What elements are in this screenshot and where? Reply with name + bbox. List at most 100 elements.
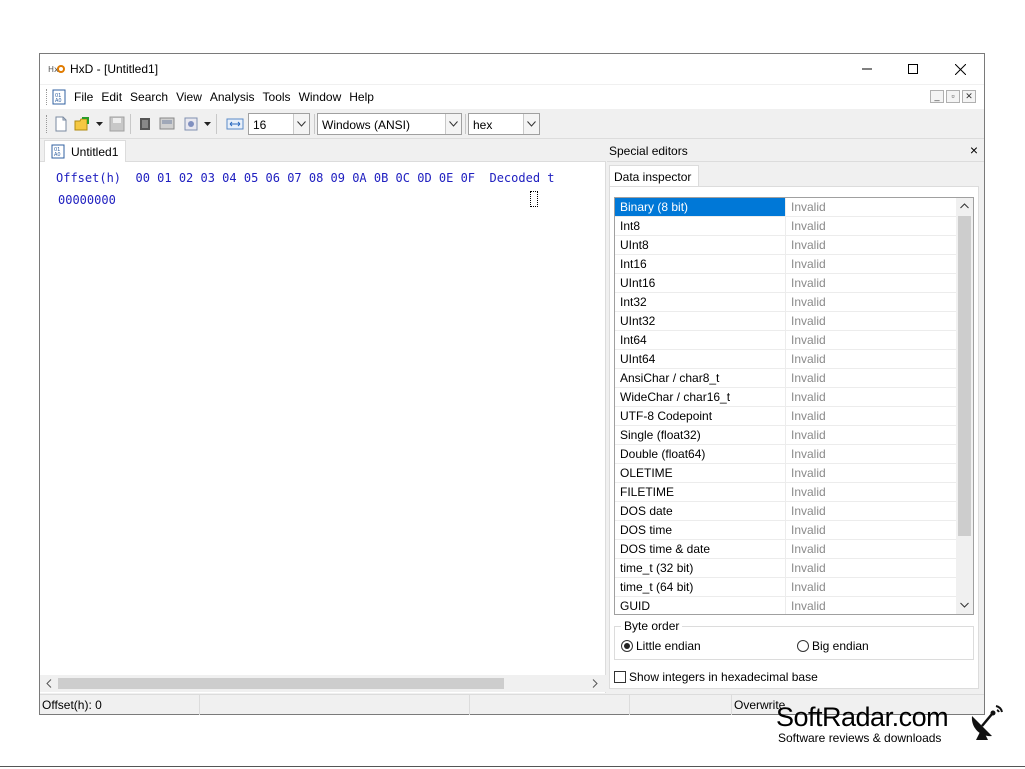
tab-data-inspector[interactable]: Data inspector bbox=[609, 165, 699, 187]
inspector-value[interactable]: Invalid bbox=[787, 521, 957, 539]
inspector-row[interactable]: DOS date Invalid bbox=[615, 502, 957, 521]
panel-close-icon[interactable]: × bbox=[970, 142, 978, 158]
scroll-up-icon[interactable] bbox=[956, 198, 973, 214]
title-bar: Hx HxD - [Untitled1] bbox=[40, 54, 984, 84]
menu-view[interactable]: View bbox=[172, 90, 206, 104]
window-title: HxD - [Untitled1] bbox=[70, 62, 159, 76]
checkbox-unchecked-icon[interactable] bbox=[614, 671, 626, 683]
toolbar-separator bbox=[314, 114, 315, 134]
chevron-down-icon[interactable] bbox=[445, 114, 461, 134]
inspector-row[interactable]: Double (float64) Invalid bbox=[615, 445, 957, 464]
inspector-value[interactable]: Invalid bbox=[787, 350, 957, 368]
inspector-row[interactable]: Int32 Invalid bbox=[615, 293, 957, 312]
inspector-value[interactable]: Invalid bbox=[787, 540, 957, 558]
offset-base-value: hex bbox=[473, 118, 493, 132]
inspector-value[interactable]: Invalid bbox=[787, 236, 957, 254]
inspector-row[interactable]: DOS time Invalid bbox=[615, 521, 957, 540]
inspector-row[interactable]: UTF-8 Codepoint Invalid bbox=[615, 407, 957, 426]
inspector-row[interactable]: OLETIME Invalid bbox=[615, 464, 957, 483]
inspector-row[interactable]: GUID Invalid bbox=[615, 597, 957, 614]
inspector-value[interactable]: Invalid bbox=[787, 293, 957, 311]
mdi-restore-button[interactable]: ▫ bbox=[946, 90, 960, 103]
menu-search[interactable]: Search bbox=[126, 90, 172, 104]
inspector-value[interactable]: Invalid bbox=[787, 597, 957, 614]
charset-select[interactable]: Windows (ANSI) bbox=[317, 113, 462, 135]
inspector-value[interactable]: Invalid bbox=[787, 445, 957, 463]
horizontal-scroll-thumb[interactable] bbox=[58, 678, 504, 689]
inspector-value[interactable]: Invalid bbox=[787, 388, 957, 406]
ram-icon[interactable] bbox=[136, 115, 154, 133]
inspector-value[interactable]: Invalid bbox=[787, 407, 957, 425]
chevron-down-icon[interactable] bbox=[523, 114, 539, 134]
inspector-type-name: DOS date bbox=[615, 502, 786, 520]
inspector-row[interactable]: time_t (64 bit) Invalid bbox=[615, 578, 957, 597]
inspector-value[interactable]: Invalid bbox=[787, 464, 957, 482]
open-dropdown-icon[interactable] bbox=[96, 122, 103, 127]
inspector-row[interactable]: Int16 Invalid bbox=[615, 255, 957, 274]
image-icon[interactable] bbox=[182, 115, 200, 133]
maximize-button[interactable] bbox=[890, 54, 936, 84]
menu-edit[interactable]: Edit bbox=[97, 90, 126, 104]
menu-tools[interactable]: Tools bbox=[259, 90, 295, 104]
bytes-per-row-select[interactable]: 16 bbox=[248, 113, 310, 135]
inspector-value[interactable]: Invalid bbox=[787, 255, 957, 273]
inspector-row[interactable]: UInt32 Invalid bbox=[615, 312, 957, 331]
inspector-value[interactable]: Invalid bbox=[787, 369, 957, 387]
status-cell-empty bbox=[630, 695, 732, 715]
radio-checked-icon[interactable] bbox=[621, 640, 633, 652]
inspector-row[interactable]: DOS time & date Invalid bbox=[615, 540, 957, 559]
mdi-close-button[interactable]: ✕ bbox=[962, 90, 976, 103]
scroll-left-icon[interactable] bbox=[42, 677, 56, 690]
vertical-scroll-thumb[interactable] bbox=[958, 216, 971, 536]
mdi-minimize-button[interactable]: _ bbox=[930, 90, 944, 103]
open-file-icon[interactable] bbox=[74, 115, 92, 133]
inspector-value[interactable]: Invalid bbox=[787, 559, 957, 577]
inspector-value[interactable]: Invalid bbox=[787, 426, 957, 444]
inspector-row[interactable]: UInt64 Invalid bbox=[615, 350, 957, 369]
menu-file[interactable]: File bbox=[70, 90, 97, 104]
inspector-row[interactable]: time_t (32 bit) Invalid bbox=[615, 559, 957, 578]
inspector-row[interactable]: UInt16 Invalid bbox=[615, 274, 957, 293]
inspector-value[interactable]: Invalid bbox=[787, 312, 957, 330]
inspector-row[interactable]: Single (float32) Invalid bbox=[615, 426, 957, 445]
inspector-value[interactable]: Invalid bbox=[787, 483, 957, 501]
inspector-row[interactable]: Binary (8 bit) Invalid bbox=[615, 198, 957, 217]
scroll-right-icon[interactable] bbox=[588, 677, 602, 690]
inspector-value[interactable]: Invalid bbox=[787, 331, 957, 349]
big-endian-radio[interactable]: Big endian bbox=[797, 639, 869, 653]
inspector-row[interactable]: WideChar / char16_t Invalid bbox=[615, 388, 957, 407]
tab-untitled1[interactable]: 01 A0 Untitled1 bbox=[44, 140, 126, 162]
data-inspector-grid[interactable]: GUID Invalid time_t (64 bit) Invalid time_t … bbox=[614, 197, 974, 615]
disk-icon[interactable] bbox=[158, 115, 176, 133]
offset-base-select[interactable]: hex bbox=[468, 113, 540, 135]
little-endian-radio[interactable]: Little endian bbox=[621, 639, 701, 653]
watermark-logo: SoftRadar.com bbox=[776, 702, 949, 732]
menu-window[interactable]: Window bbox=[295, 90, 346, 104]
new-file-icon[interactable] bbox=[52, 115, 70, 133]
inspector-row[interactable]: UInt8 Invalid bbox=[615, 236, 957, 255]
inspector-value[interactable]: Invalid bbox=[787, 198, 957, 216]
inspector-type-name: Double (float64) bbox=[615, 445, 786, 463]
inspector-value[interactable]: Invalid bbox=[787, 217, 957, 235]
inspector-type-name: Single (float32) bbox=[615, 426, 786, 444]
inspector-row[interactable]: Int8 Invalid bbox=[615, 217, 957, 236]
menu-help[interactable]: Help bbox=[345, 90, 378, 104]
menu-analysis[interactable]: Analysis bbox=[206, 90, 259, 104]
inspector-value[interactable]: Invalid bbox=[787, 274, 957, 292]
minimize-button[interactable] bbox=[844, 54, 890, 84]
inspector-value[interactable]: Invalid bbox=[787, 502, 957, 520]
scroll-down-icon[interactable] bbox=[956, 597, 973, 613]
inspector-row[interactable]: FILETIME Invalid bbox=[615, 483, 957, 502]
horizontal-scrollbar[interactable] bbox=[40, 675, 606, 692]
inspector-row[interactable]: AnsiChar / char8_t Invalid bbox=[615, 369, 957, 388]
radio-unchecked-icon[interactable] bbox=[797, 640, 809, 652]
inspector-value[interactable]: Invalid bbox=[787, 578, 957, 596]
image-dropdown-icon[interactable] bbox=[204, 122, 211, 127]
vertical-scrollbar[interactable] bbox=[956, 198, 973, 614]
hex-base-checkbox[interactable]: Show integers in hexadecimal base bbox=[614, 670, 818, 684]
inspector-row[interactable]: Int64 Invalid bbox=[615, 331, 957, 350]
chevron-down-icon[interactable] bbox=[293, 114, 309, 134]
save-icon[interactable] bbox=[108, 115, 126, 133]
close-button[interactable] bbox=[937, 54, 983, 84]
hex-editor[interactable]: 01 A0 Untitled1 Offset(h) 00 01 02 03 04… bbox=[40, 140, 606, 693]
